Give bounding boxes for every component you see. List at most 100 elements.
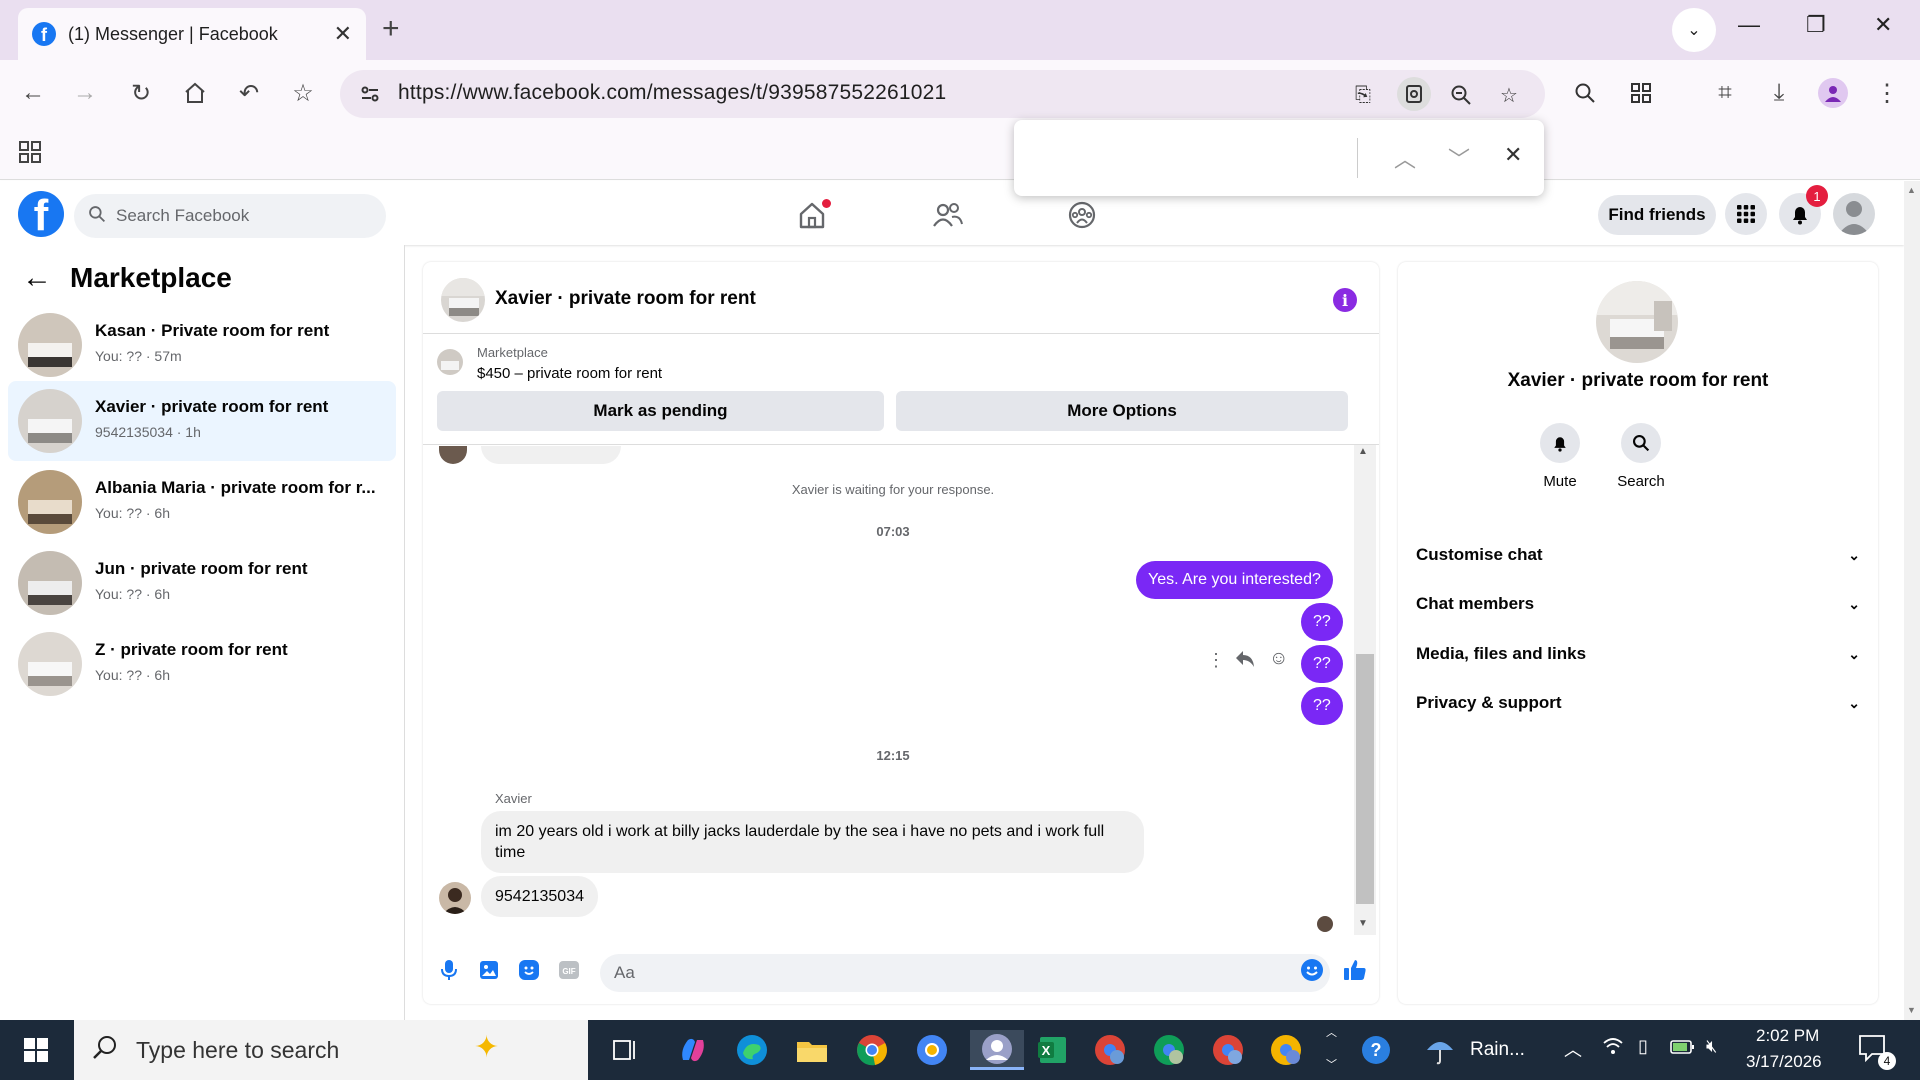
back-arrow-icon[interactable]: ← [22,261,52,295]
excel-icon[interactable]: X [1032,1030,1072,1070]
chrome-profile-5-icon[interactable] [1266,1030,1306,1070]
chrome-profile-4-icon[interactable] [1208,1030,1248,1070]
taskbar-scroll-up-icon[interactable]: ︿ [1326,1024,1337,1040]
search-icon[interactable] [1621,423,1661,463]
conversation-item[interactable]: Jun · private room for rent You: ?? · 6h [8,543,396,623]
privacy-support-section[interactable]: Privacy & support ⌄ [1416,681,1860,725]
incoming-message[interactable]: im 20 years old i work at billy jacks la… [481,811,1144,873]
chrome-profile-3-icon[interactable] [1149,1030,1189,1070]
like-thumbs-up-icon[interactable] [1341,956,1369,984]
conversation-item[interactable]: Xavier · private room for rent 9542135034… [8,381,396,461]
extensions-grid-icon[interactable] [1626,78,1656,108]
profile-icon[interactable] [1818,78,1848,108]
taskbar-scroll-down-icon[interactable]: ﹀ [1326,1056,1337,1072]
zoom-out-icon[interactable] [1448,82,1474,108]
chrome-profile-icon[interactable] [912,1030,952,1070]
windows-start-icon[interactable] [16,1030,56,1070]
customise-chat-section[interactable]: Customise chat ⌄ [1416,533,1860,577]
install-app-icon[interactable]: ⎘ [1350,82,1376,108]
reload-icon[interactable]: ↻ [126,78,156,108]
page-scroll-up-icon[interactable]: ▲ [1907,185,1916,195]
listing-thumbnail[interactable] [437,349,463,375]
address-bar[interactable]: https://www.facebook.com/messages/t/9395… [340,70,1545,118]
bookmark-star-icon[interactable]: ☆ [1496,82,1522,108]
close-tab-icon[interactable]: ✕ [334,21,352,47]
phone-link-icon[interactable]: ▯ [1638,1036,1648,1057]
downloads-icon[interactable]: ⤓ [1764,78,1794,108]
copilot-icon[interactable] [673,1030,713,1070]
mute-action[interactable]: Mute [1520,423,1600,490]
clock-time[interactable]: 2:02 PM [1756,1026,1819,1046]
account-avatar[interactable] [1833,193,1875,235]
home-nav-icon[interactable] [792,195,832,235]
scroll-up-arrow-icon[interactable]: ▲ [1358,446,1368,457]
facebook-logo-icon[interactable]: f [18,191,64,237]
page-scrollbar[interactable]: ▲ ▼ [1904,181,1920,1020]
find-close-icon[interactable]: ✕ [1504,142,1522,168]
find-in-page-icon[interactable] [1397,77,1431,111]
outgoing-message[interactable]: ?? [1301,603,1343,641]
taskbar-search-box[interactable]: Type here to search ✦ [74,1020,588,1080]
reply-icon[interactable] [1235,650,1255,673]
sticker-icon[interactable] [515,956,543,984]
outgoing-message[interactable]: ?? [1301,645,1343,683]
outgoing-message[interactable]: ?? [1301,687,1343,725]
outgoing-message[interactable]: Yes. Are you interested? [1136,561,1333,599]
info-icon[interactable]: i [1333,288,1357,312]
scroll-down-arrow-icon[interactable]: ▼ [1358,918,1368,929]
message-input[interactable]: Aa [600,954,1330,992]
incoming-message[interactable]: 9542135034 [481,876,598,917]
search-icon[interactable] [1570,78,1600,108]
contact-avatar[interactable] [1596,281,1678,363]
search-action[interactable]: Search [1601,423,1681,490]
show-hidden-icons[interactable]: ︿ [1564,1036,1582,1062]
friends-nav-icon[interactable] [928,195,968,235]
chrome-icon[interactable] [852,1030,892,1070]
chat-members-section[interactable]: Chat members ⌄ [1416,582,1860,626]
facebook-search-input[interactable]: Search Facebook [74,194,386,238]
forward-icon[interactable]: → [70,78,100,108]
back-icon[interactable]: ← [18,78,48,108]
edge-browser-icon[interactable] [732,1030,772,1070]
mark-as-pending-button[interactable]: Mark as pending [437,391,884,431]
media-files-links-section[interactable]: Media, files and links ⌄ [1416,632,1860,676]
more-options-button[interactable]: More Options [896,391,1348,431]
sender-avatar[interactable] [439,882,471,914]
gif-icon[interactable]: GIF [555,956,583,984]
help-icon[interactable]: ? [1356,1030,1396,1070]
site-info-icon[interactable] [358,82,382,106]
conversation-item[interactable]: Z · private room for rent You: ?? · 6h [8,624,396,704]
menu-grid-icon[interactable] [1725,193,1767,235]
restore-icon[interactable]: ❐ [1806,12,1826,38]
conversation-item[interactable]: Kasan · Private room for rent You: ?? · 5… [8,305,396,385]
screenshot-crop-icon[interactable]: ⌗ [1710,78,1740,108]
window-close-icon[interactable]: ✕ [1874,12,1892,38]
task-view-icon[interactable] [604,1030,644,1070]
tab-search-icon[interactable]: ⌄ [1672,8,1716,52]
clock-date[interactable]: 3/17/2026 [1746,1052,1822,1072]
battery-icon[interactable] [1670,1038,1696,1061]
mute-bell-icon[interactable] [1540,423,1580,463]
wifi-icon[interactable] [1602,1036,1624,1061]
home-icon[interactable] [180,78,210,108]
find-next-icon[interactable]: ﹀ [1448,142,1470,174]
conversation-item[interactable]: Albania Maria · private room for r... You… [8,462,396,542]
apps-grid-icon[interactable] [18,140,42,169]
find-input[interactable] [1028,140,1348,176]
photo-icon[interactable] [475,956,503,984]
chat-scrollbar-thumb[interactable] [1356,654,1374,904]
find-friends-button[interactable]: Find friends [1598,195,1716,235]
groups-nav-icon[interactable] [1062,195,1102,235]
undo-icon[interactable]: ↶ [234,78,264,108]
page-scroll-down-icon[interactable]: ▼ [1907,1005,1916,1015]
more-actions-icon[interactable]: ⋮ [1207,650,1225,671]
listing-title[interactable]: $450 – private room for rent [477,365,662,382]
file-explorer-icon[interactable] [792,1030,832,1070]
new-tab-icon[interactable]: + [382,14,400,44]
browser-tab[interactable]: f (1) Messenger | Facebook ✕ [18,8,366,60]
chrome-profile-2-icon[interactable] [1090,1030,1130,1070]
react-emoji-icon[interactable]: ☺ [1269,648,1288,670]
find-previous-icon[interactable]: ︿ [1394,142,1416,174]
favorite-star-icon[interactable]: ☆ [288,78,318,108]
url-text[interactable]: https://www.facebook.com/messages/t/9395… [398,81,946,105]
